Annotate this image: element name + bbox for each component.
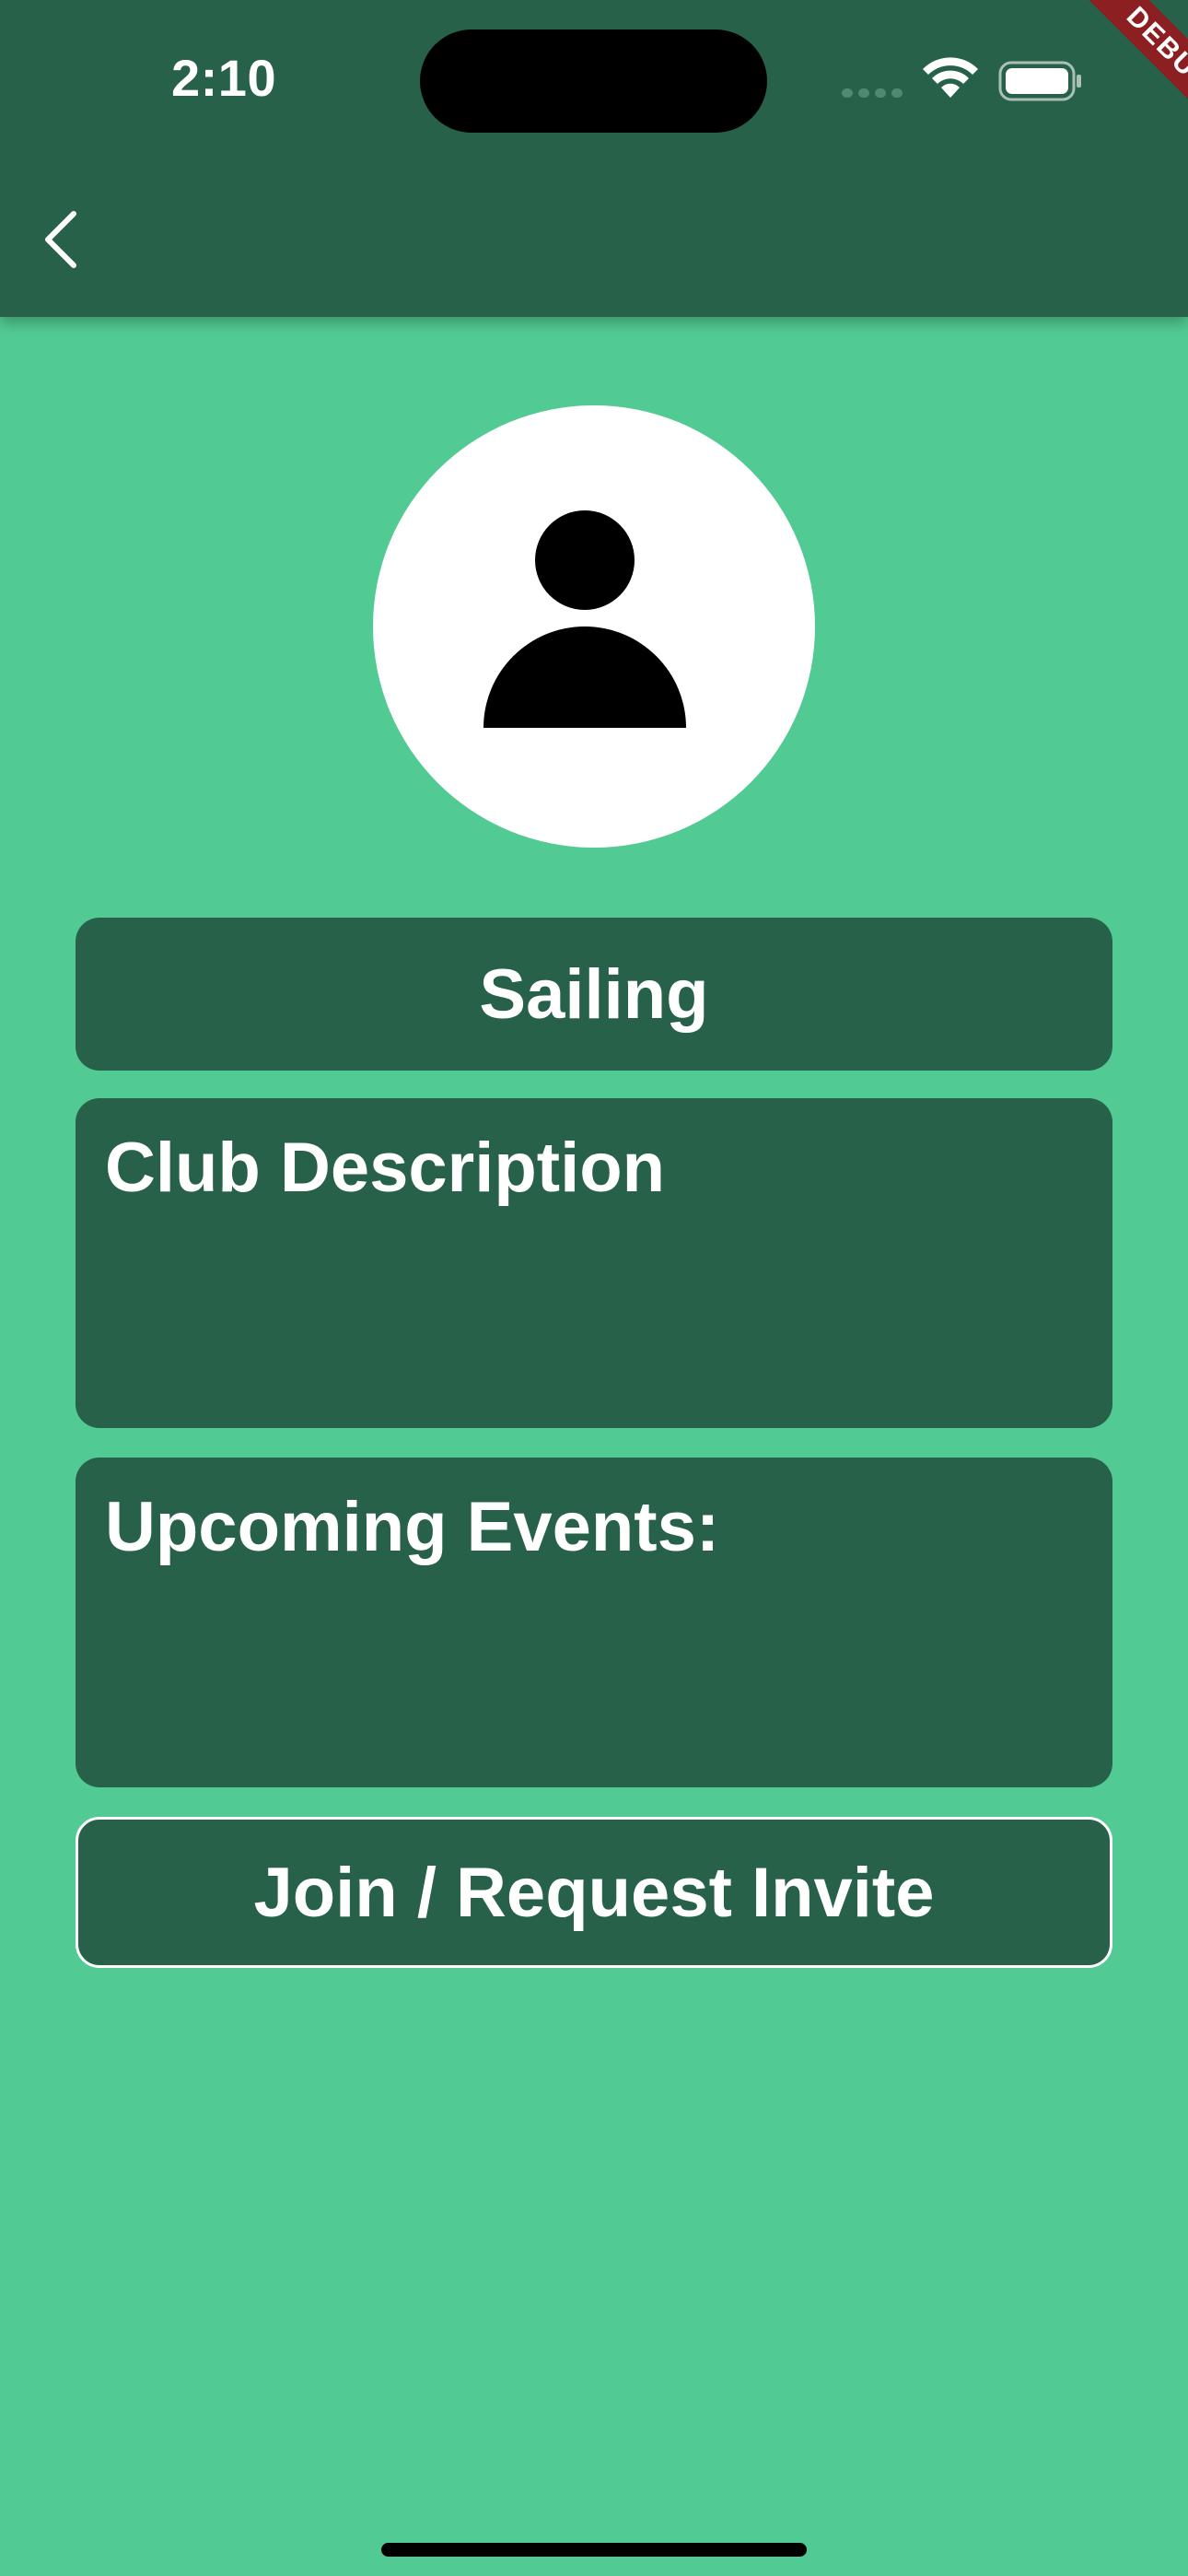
club-name: Sailing [479,954,709,1034]
cellular-signal-icon [842,87,906,104]
wifi-icon [921,57,980,104]
upcoming-events-title: Upcoming Events: [105,1488,720,1566]
status-time: 2:10 [171,49,277,107]
chevron-left-icon [45,211,76,268]
avatar [373,405,815,848]
club-name-card: Sailing [76,918,1112,1071]
battery-icon [998,61,1083,106]
home-indicator[interactable] [381,2543,807,2557]
club-description-title: Club Description [105,1129,666,1207]
dynamic-island [420,29,767,133]
back-button[interactable] [31,201,90,278]
upcoming-events-card: Upcoming Events: [76,1458,1112,1787]
app-bar: 2:10 [0,0,1188,317]
join-request-invite-button[interactable]: Join / Request Invite [76,1817,1112,1968]
person-icon [483,510,686,728]
join-request-invite-label: Join / Request Invite [253,1853,935,1932]
club-description-card: Club Description [76,1098,1112,1428]
